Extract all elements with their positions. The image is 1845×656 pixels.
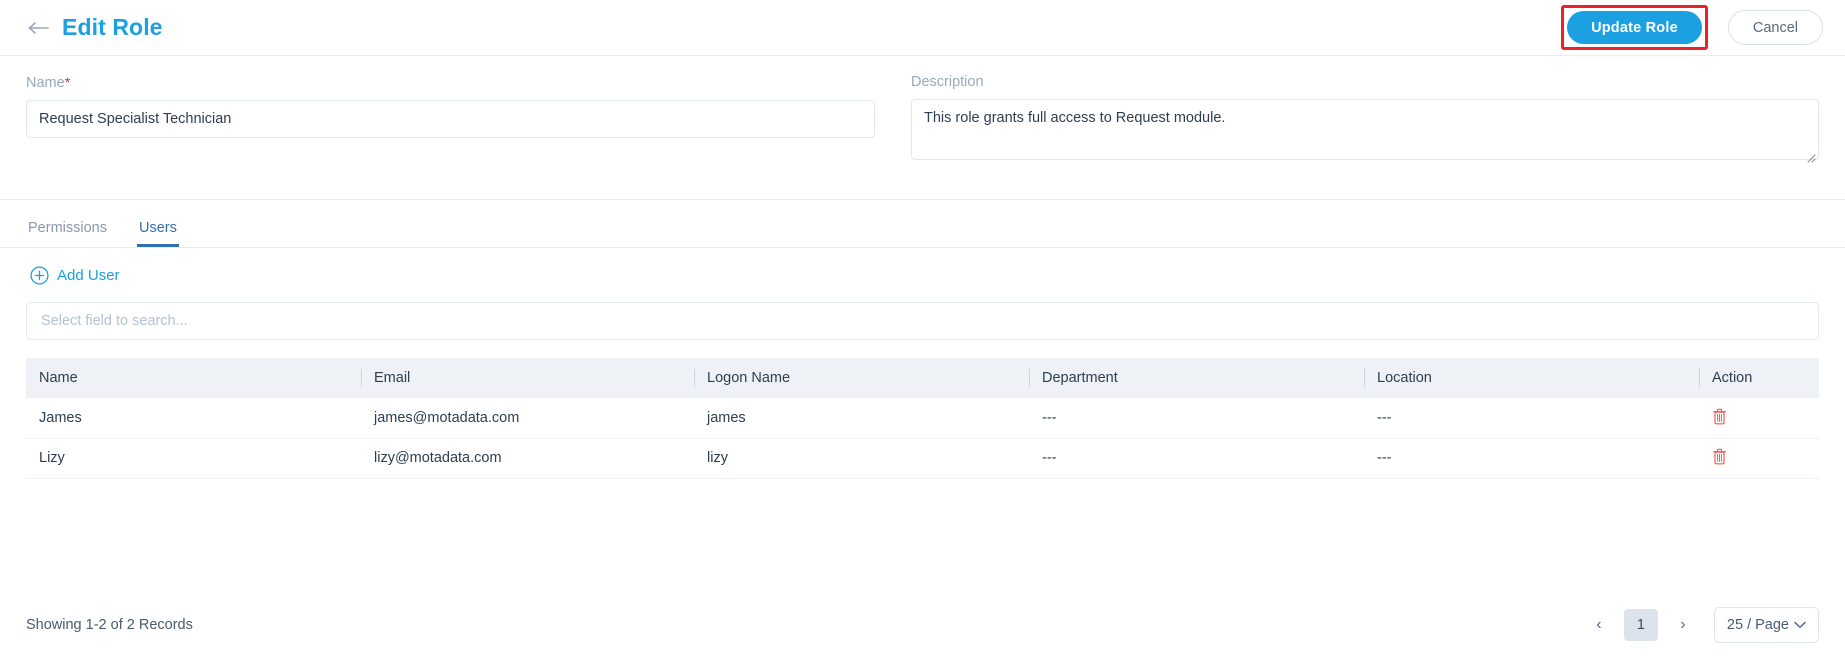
cell-logon-name: james (694, 398, 1029, 439)
records-count: Showing 1-2 of 2 Records (26, 617, 193, 633)
header-actions: Update Role Cancel (1561, 5, 1823, 50)
delete-user-button[interactable] (1712, 448, 1727, 465)
name-label: Name* (26, 74, 875, 91)
add-user-row: Add User (26, 248, 1819, 302)
name-input[interactable] (26, 100, 875, 138)
tab-users[interactable]: Users (136, 220, 179, 247)
users-table-head: Name Email Logon Name Department Locatio… (26, 358, 1819, 398)
cell-location: --- (1364, 438, 1699, 479)
cell-department: --- (1029, 438, 1364, 479)
role-form: Name* Description (0, 56, 1845, 200)
users-panel: Add User Select field to search... Name … (0, 248, 1845, 479)
page-title: Edit Role (62, 14, 163, 40)
cancel-button[interactable]: Cancel (1727, 10, 1823, 45)
table-row: James james@motadata.com james --- --- (26, 398, 1819, 439)
pagination: ‹ 1 › 25 / Page (1586, 607, 1819, 643)
trash-icon (1712, 408, 1727, 425)
cell-logon-name: lizy (694, 438, 1029, 479)
page-header: Edit Role Update Role Cancel (0, 0, 1845, 56)
table-row: Lizy lizy@motadata.com lizy --- --- (26, 438, 1819, 479)
cell-location: --- (1364, 398, 1699, 439)
description-wrap (911, 99, 1819, 165)
cell-email: lizy@motadata.com (361, 438, 694, 479)
table-header-row: Name Email Logon Name Department Locatio… (26, 358, 1819, 398)
delete-user-button[interactable] (1712, 408, 1727, 425)
name-field-group: Name* (26, 74, 911, 199)
page-size-select[interactable]: 25 / Page (1713, 607, 1819, 643)
column-header-department[interactable]: Department (1029, 358, 1364, 398)
tab-bar: Permissions Users (0, 200, 1845, 248)
edit-role-page: Edit Role Update Role Cancel Name* Descr… (0, 0, 1845, 656)
table-footer: Showing 1-2 of 2 Records ‹ 1 › 25 / Page (0, 594, 1845, 656)
prev-page-button[interactable]: ‹ (1586, 612, 1612, 638)
column-header-action: Action (1699, 358, 1819, 398)
update-role-highlight: Update Role (1561, 5, 1708, 50)
required-asterisk: * (64, 74, 71, 90)
chevron-down-icon (1794, 617, 1806, 633)
cell-email: james@motadata.com (361, 398, 694, 439)
column-header-logon-name[interactable]: Logon Name (694, 358, 1029, 398)
cell-name: Lizy (26, 438, 361, 479)
cell-action (1699, 438, 1819, 479)
page-number-1[interactable]: 1 (1623, 609, 1658, 641)
users-table: Name Email Logon Name Department Locatio… (26, 358, 1819, 479)
description-textarea[interactable] (911, 99, 1819, 160)
search-input[interactable]: Select field to search... (26, 302, 1819, 340)
cell-department: --- (1029, 398, 1364, 439)
page-size-label: 25 / Page (1726, 617, 1789, 633)
users-table-body: James james@motadata.com james --- --- L… (26, 398, 1819, 479)
description-field-group: Description (911, 74, 1819, 199)
arrow-left-icon[interactable] (26, 18, 52, 38)
add-user-label: Add User (57, 266, 120, 284)
cell-name: James (26, 398, 361, 439)
column-header-location[interactable]: Location (1364, 358, 1699, 398)
column-header-email[interactable]: Email (361, 358, 694, 398)
tab-permissions[interactable]: Permissions (26, 220, 109, 248)
update-role-button[interactable]: Update Role (1567, 11, 1702, 44)
description-label: Description (911, 74, 984, 90)
name-label-text: Name (26, 75, 65, 91)
cell-action (1699, 398, 1819, 439)
next-page-button[interactable]: › (1670, 612, 1696, 638)
plus-circle-icon (30, 265, 49, 285)
add-user-button[interactable]: Add User (30, 265, 120, 285)
trash-icon (1712, 448, 1727, 465)
search-placeholder: Select field to search... (41, 313, 188, 329)
column-header-name[interactable]: Name (26, 358, 361, 398)
